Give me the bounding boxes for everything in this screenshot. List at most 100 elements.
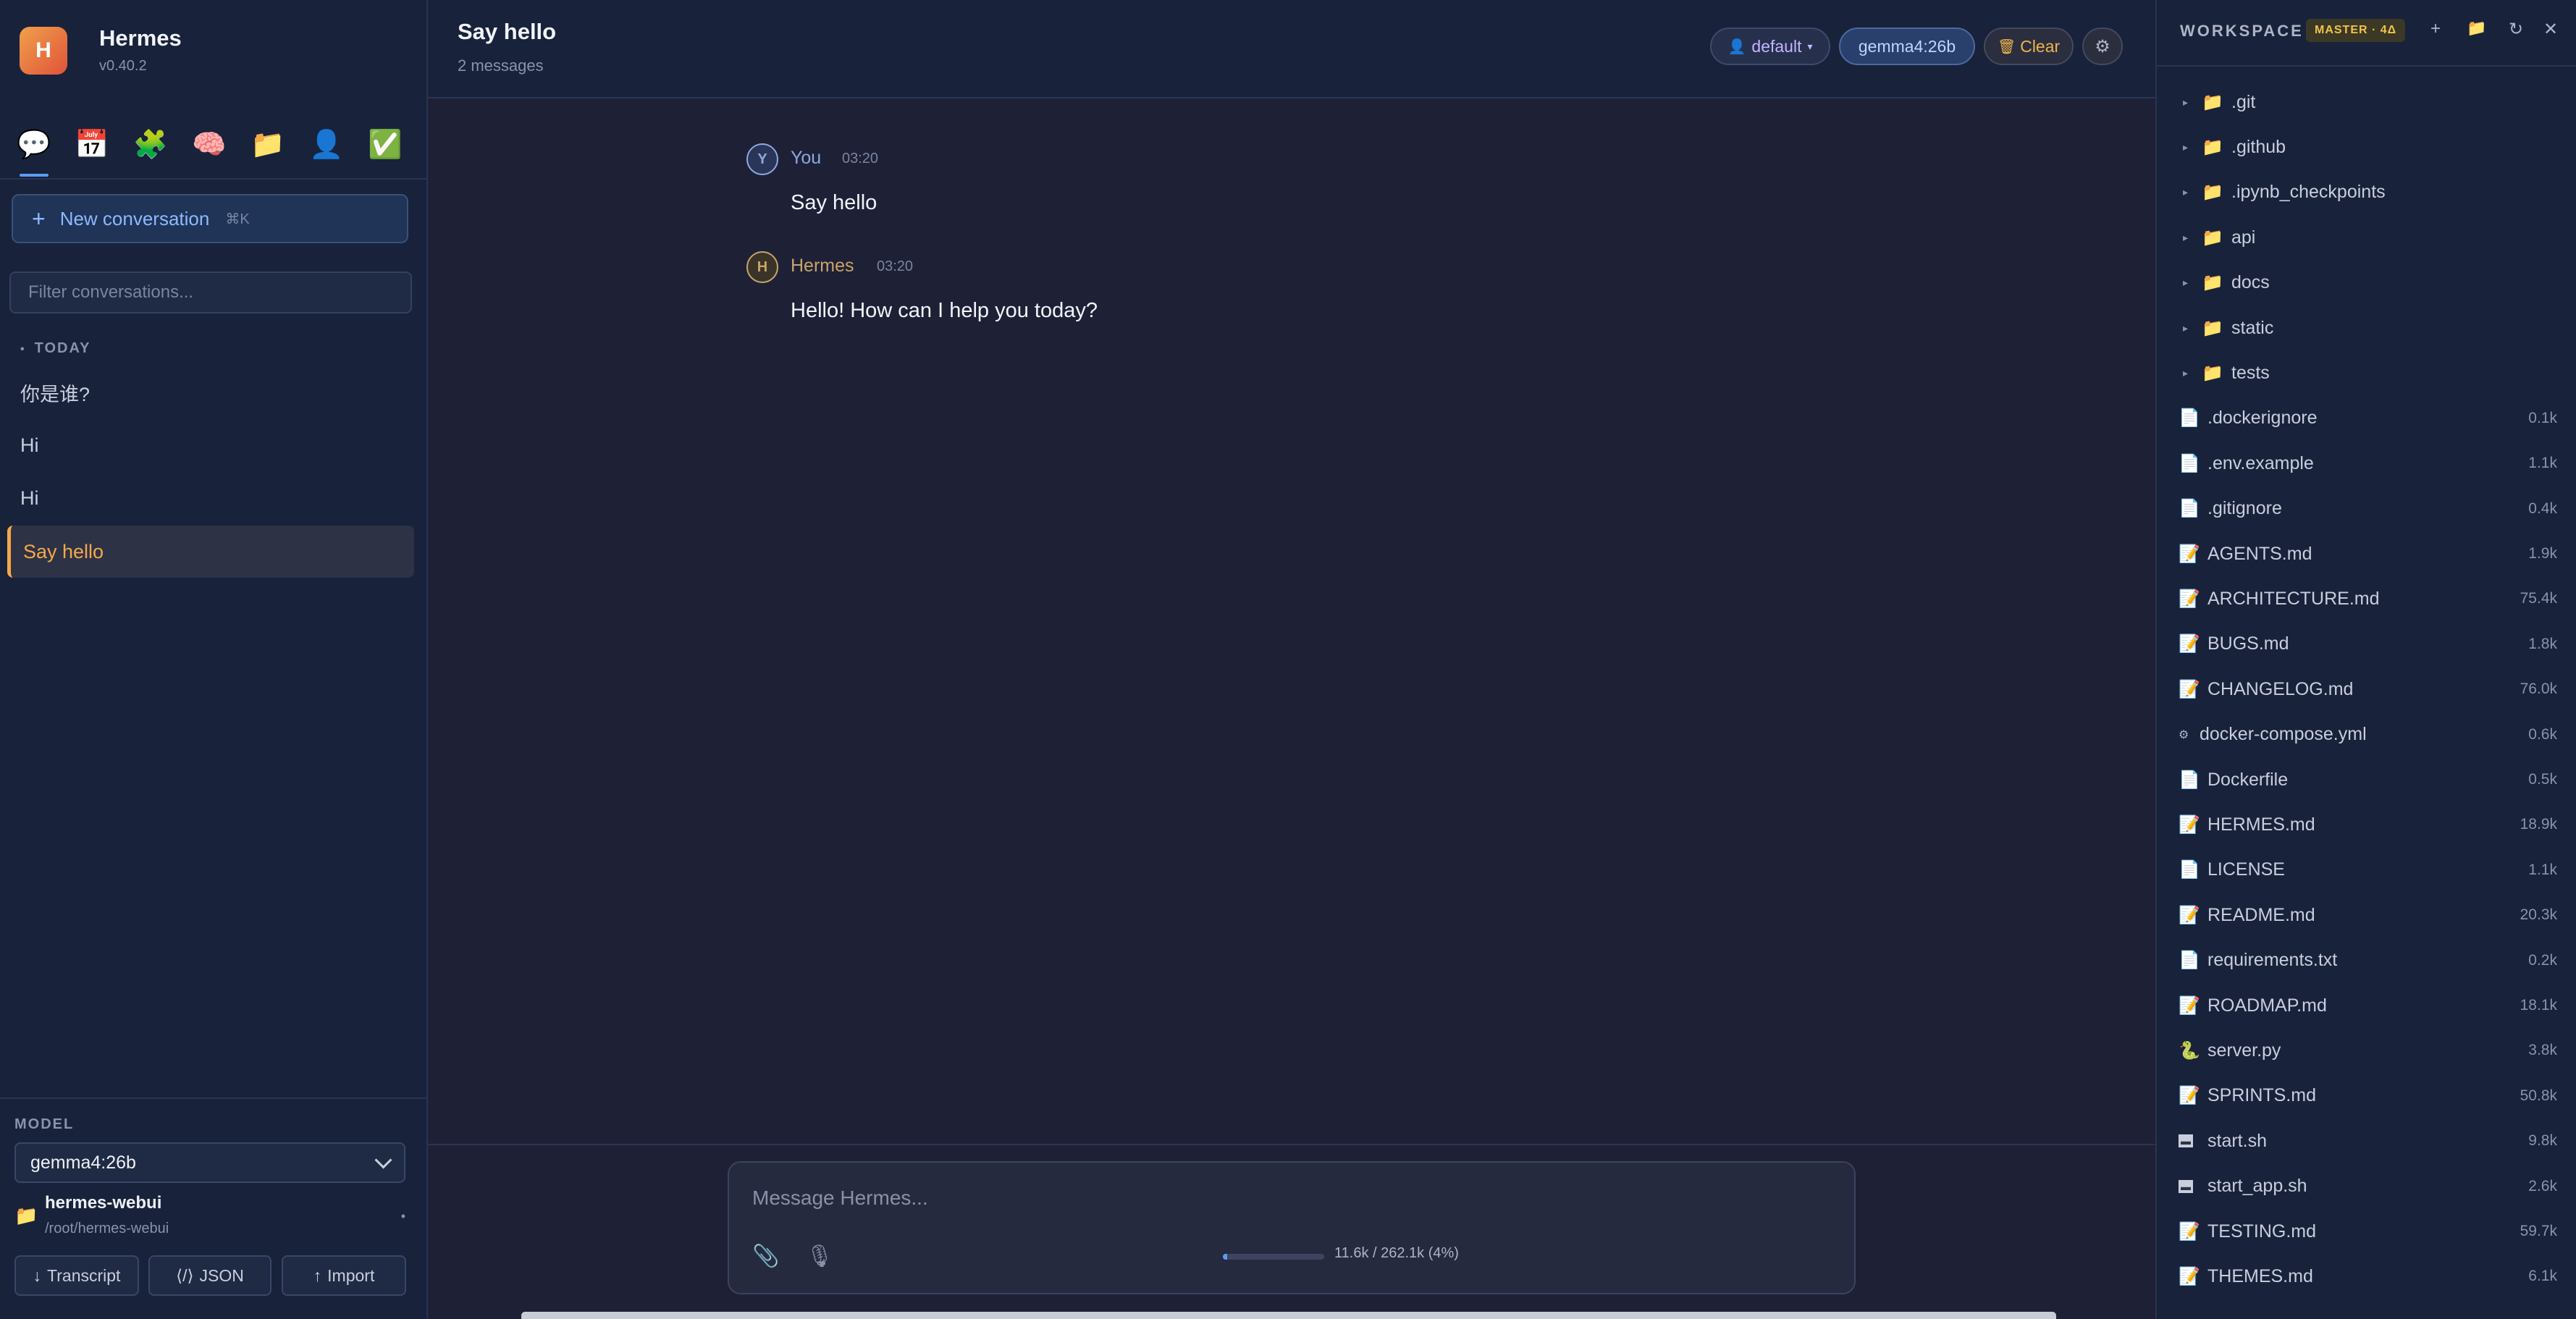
file-row[interactable]: 📝 README.md 20.3k bbox=[2157, 893, 2576, 937]
file-row[interactable]: 📝 ARCHITECTURE.md 75.4k bbox=[2157, 576, 2576, 621]
new-conversation-button[interactable]: + New conversation ⌘K bbox=[12, 194, 408, 243]
horizontal-scrollbar[interactable] bbox=[521, 1312, 2056, 1319]
divider bbox=[0, 1097, 426, 1099]
markdown-file-icon: 📝 bbox=[2179, 589, 2200, 609]
entry-size: 50.8k bbox=[2520, 1087, 2557, 1104]
plus-icon: + bbox=[32, 205, 46, 232]
person-icon[interactable]: 👤 bbox=[305, 123, 348, 167]
entry-size: 0.2k bbox=[2528, 951, 2557, 969]
folder-row[interactable]: ▸ 📁 static bbox=[2157, 305, 2576, 350]
entry-size: 0.1k bbox=[2528, 409, 2557, 426]
entry-name: server.py bbox=[2207, 1040, 2281, 1061]
composer: 📎 🎙 11.6k / 262.1k (4%) bbox=[728, 1161, 1856, 1294]
file-row[interactable]: ▬ start_app.sh 2.6k bbox=[2157, 1164, 2576, 1209]
clear-button[interactable]: 🗑 Clear bbox=[1984, 28, 2074, 65]
new-folder-icon[interactable]: 📁 bbox=[2467, 19, 2486, 38]
entry-name: README.md bbox=[2207, 904, 2315, 925]
new-file-icon[interactable]: + bbox=[2430, 19, 2441, 39]
folder-icon: 📁 bbox=[14, 1205, 38, 1226]
file-row[interactable]: 📄 .dockerignore 0.1k bbox=[2157, 396, 2576, 441]
app-version: v0.40.2 bbox=[99, 58, 147, 74]
filter-conversations-input[interactable] bbox=[9, 271, 412, 313]
folder-row[interactable]: ▸ 📁 .github bbox=[2157, 125, 2576, 169]
app-title: Hermes bbox=[99, 25, 182, 51]
check-icon[interactable]: ✅ bbox=[363, 123, 407, 167]
message-time: 03:20 bbox=[842, 151, 879, 167]
collapse-dot-icon[interactable]: • bbox=[20, 343, 26, 355]
file-row[interactable]: 📝 HERMES.md 18.9k bbox=[2157, 802, 2576, 847]
model-select[interactable]: gemma4:26b bbox=[14, 1142, 405, 1183]
microphone-icon[interactable]: 🎙 bbox=[806, 1244, 833, 1269]
refresh-icon[interactable]: ↻ bbox=[2509, 19, 2523, 40]
code-icon: ⟨/⟩ bbox=[176, 1265, 194, 1285]
terminal-file-icon: ▬ bbox=[2179, 1179, 2193, 1193]
transcript-button[interactable]: ↓ Transcript bbox=[14, 1255, 139, 1296]
folder-row[interactable]: ▸ 📁 api bbox=[2157, 215, 2576, 260]
file-row[interactable]: 🐍 server.py 3.8k bbox=[2157, 1028, 2576, 1073]
file-row[interactable]: 📄 Dockerfile 0.5k bbox=[2157, 757, 2576, 802]
json-button[interactable]: ⟨/⟩ JSON bbox=[148, 1255, 272, 1296]
file-row[interactable]: 📝 ROADMAP.md 18.1k bbox=[2157, 983, 2576, 1028]
expand-caret-icon[interactable]: ▸ bbox=[2183, 141, 2188, 153]
expand-caret-icon[interactable]: ▸ bbox=[2183, 277, 2188, 289]
entry-name: AGENTS.md bbox=[2207, 543, 2312, 564]
folder-row[interactable]: ▸ 📁 .ipynb_checkpoints bbox=[2157, 170, 2576, 215]
entry-size: 18.9k bbox=[2520, 816, 2557, 833]
workspace-selector[interactable]: 📁 hermes-webui /root/hermes-webui • bbox=[14, 1193, 411, 1244]
model-pill[interactable]: gemma4:26b bbox=[1839, 28, 1975, 65]
file-row[interactable]: 📄 requirements.txt 0.2k bbox=[2157, 938, 2576, 983]
entry-size: 2.6k bbox=[2528, 1177, 2557, 1194]
close-icon[interactable]: ✕ bbox=[2543, 19, 2558, 40]
expand-caret-icon[interactable]: ▸ bbox=[2183, 186, 2188, 198]
entry-name: docker-compose.yml bbox=[2200, 724, 2367, 745]
entry-size: 1.1k bbox=[2528, 861, 2557, 878]
folder-icon: 📁 bbox=[2202, 92, 2223, 112]
app-logo: H bbox=[20, 26, 67, 75]
entry-name: .gitignore bbox=[2207, 498, 2282, 519]
file-row[interactable]: 📄 LICENSE 1.1k bbox=[2157, 848, 2576, 893]
workspace-name: hermes-webui bbox=[45, 1193, 162, 1213]
import-button[interactable]: ↑ Import bbox=[282, 1255, 406, 1296]
entry-name: .env.example bbox=[2207, 452, 2314, 473]
expand-caret-icon[interactable]: ▸ bbox=[2183, 367, 2188, 379]
file-row[interactable]: 📄 .gitignore 0.4k bbox=[2157, 486, 2576, 531]
expand-caret-icon[interactable]: ▸ bbox=[2183, 96, 2188, 109]
folder-row[interactable]: ▸ 📁 .git bbox=[2157, 80, 2576, 125]
message-input[interactable] bbox=[751, 1177, 1832, 1219]
conversation-item[interactable]: Hi bbox=[7, 472, 414, 524]
file-row[interactable]: 📄 .env.example 1.1k bbox=[2157, 441, 2576, 486]
file-row[interactable]: 📝 AGENTS.md 1.9k bbox=[2157, 531, 2576, 576]
chat-header: Say hello 2 messages 👤 default ▾ gemma4:… bbox=[428, 0, 2155, 98]
section-header-today: • TODAY bbox=[20, 340, 91, 356]
profile-selector[interactable]: 👤 default ▾ bbox=[1710, 28, 1830, 65]
entry-size: 9.8k bbox=[2528, 1132, 2557, 1150]
file-row[interactable]: ⚙ docker-compose.yml 0.6k bbox=[2157, 712, 2576, 757]
file-row[interactable]: 📝 SPRINTS.md 50.8k bbox=[2157, 1074, 2576, 1118]
expand-caret-icon[interactable]: ▸ bbox=[2183, 232, 2188, 244]
brain-icon[interactable]: 🧠 bbox=[188, 123, 231, 167]
chat-icon[interactable]: 💬 bbox=[12, 123, 56, 177]
file-row[interactable]: 📝 THEMES.md 6.1k bbox=[2157, 1254, 2576, 1299]
conversation-item[interactable]: Say hello bbox=[7, 526, 414, 578]
file-icon: 📄 bbox=[2179, 951, 2200, 971]
file-row[interactable]: 📝 BUGS.md 1.8k bbox=[2157, 622, 2576, 667]
folder-icon[interactable]: 📁 bbox=[246, 123, 290, 167]
entry-name: tests bbox=[2231, 362, 2270, 383]
workspace-path: /root/hermes-webui bbox=[45, 1221, 169, 1236]
file-row[interactable]: ▬ start.sh 9.8k bbox=[2157, 1118, 2576, 1163]
file-icon: 📄 bbox=[2179, 453, 2200, 473]
calendar-icon[interactable]: 📅 bbox=[70, 123, 114, 167]
folder-row[interactable]: ▸ 📁 tests bbox=[2157, 350, 2576, 395]
expand-caret-icon[interactable]: ▸ bbox=[2183, 322, 2188, 334]
paperclip-icon[interactable]: 📎 bbox=[752, 1244, 779, 1269]
file-icon: 📄 bbox=[2179, 408, 2200, 429]
puzzle-icon[interactable]: 🧩 bbox=[129, 123, 172, 167]
settings-button[interactable]: ⚙ bbox=[2082, 28, 2123, 65]
folder-row[interactable]: ▸ 📁 docs bbox=[2157, 261, 2576, 305]
conversation-item[interactable]: Hi bbox=[7, 419, 414, 471]
file-row[interactable]: 📝 CHANGELOG.md 76.0k bbox=[2157, 667, 2576, 712]
conversation-item[interactable]: 你是谁? bbox=[7, 366, 414, 418]
markdown-file-icon: 📝 bbox=[2179, 1086, 2200, 1106]
file-row[interactable]: 📝 TESTING.md 59.7k bbox=[2157, 1209, 2576, 1254]
workspace-menu-icon[interactable]: • bbox=[401, 1209, 405, 1224]
